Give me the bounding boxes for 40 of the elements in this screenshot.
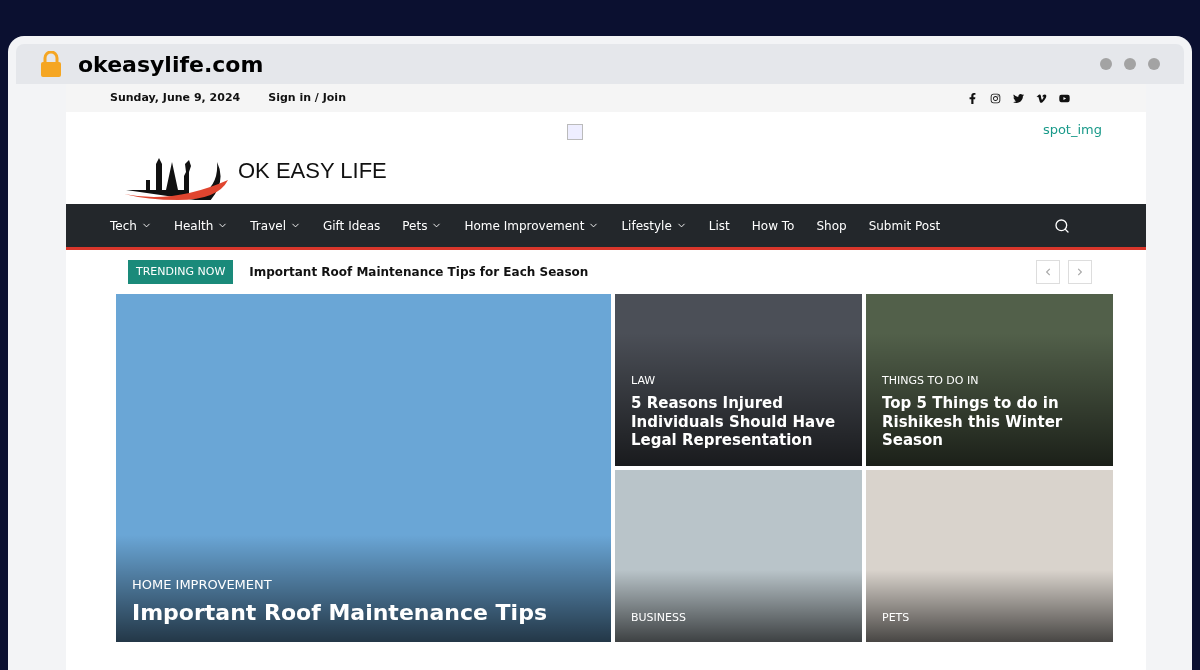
- trending-badge: TRENDING NOW: [128, 259, 234, 285]
- nav-item[interactable]: Shop: [816, 216, 847, 235]
- article-title[interactable]: Important Roof Maintenance Tips: [132, 598, 595, 626]
- article-card[interactable]: THINGS TO DO IN Top 5 Things to do in Rishikesh this Winter Season: [866, 294, 1113, 466]
- article-card[interactable]: LAW 5 Reasons Injured Individuals Should Have Legal Representation: [615, 294, 862, 466]
- nav-item[interactable]: Gift Ideas: [322, 216, 381, 235]
- nav-item[interactable]: Pets: [402, 216, 443, 235]
- date-text: Sunday, June 9, 2024: [110, 89, 241, 106]
- logo-text: OK EASY LIFE: [238, 156, 387, 185]
- nav-item[interactable]: Travel: [250, 216, 301, 235]
- url-text[interactable]: okeasylife.com: [78, 47, 264, 81]
- ad-caption: spot_img: [1042, 121, 1102, 139]
- category-label[interactable]: THINGS TO DO IN: [882, 373, 1097, 390]
- article-card[interactable]: BUSINESS: [615, 470, 862, 642]
- featured-article[interactable]: HOME IMPROVEMENT Important Roof Maintenance Tips: [116, 294, 611, 642]
- nav-item[interactable]: How To: [751, 216, 795, 235]
- nav-item[interactable]: Health: [173, 216, 229, 235]
- lock-icon: [40, 51, 62, 77]
- vimeo-icon[interactable]: [1036, 92, 1047, 104]
- nav-item[interactable]: Lifestyle: [621, 216, 687, 235]
- chevron-left-icon: [1044, 268, 1052, 276]
- instagram-icon[interactable]: [990, 92, 1001, 104]
- category-label[interactable]: HOME IMPROVEMENT: [132, 575, 595, 595]
- category-label[interactable]: LAW: [631, 373, 846, 390]
- youtube-icon[interactable]: [1059, 92, 1070, 104]
- nav-item[interactable]: Home Improvement: [464, 216, 600, 235]
- article-title[interactable]: 5 Reasons Injured Individuals Should Have Legal Representation: [631, 393, 846, 450]
- facebook-icon[interactable]: [967, 92, 978, 104]
- site-logo[interactable]: OK EASY LIFE: [122, 140, 387, 200]
- nav-item[interactable]: List: [708, 216, 730, 235]
- nav-item[interactable]: Tech: [110, 216, 152, 235]
- nav-item[interactable]: Submit Post: [868, 216, 941, 235]
- twitter-icon[interactable]: [1013, 92, 1024, 104]
- chevron-right-icon: [1076, 268, 1084, 276]
- search-icon[interactable]: [1054, 217, 1070, 234]
- article-title[interactable]: Top 5 Things to do in Rishikesh this Winter Season: [882, 393, 1097, 450]
- sign-in-link[interactable]: Sign in / Join: [268, 89, 346, 107]
- broken-image-icon: [566, 124, 583, 140]
- article-card[interactable]: PETS: [866, 470, 1113, 642]
- trending-headline[interactable]: Important Roof Maintenance Tips for Each Season: [249, 263, 589, 281]
